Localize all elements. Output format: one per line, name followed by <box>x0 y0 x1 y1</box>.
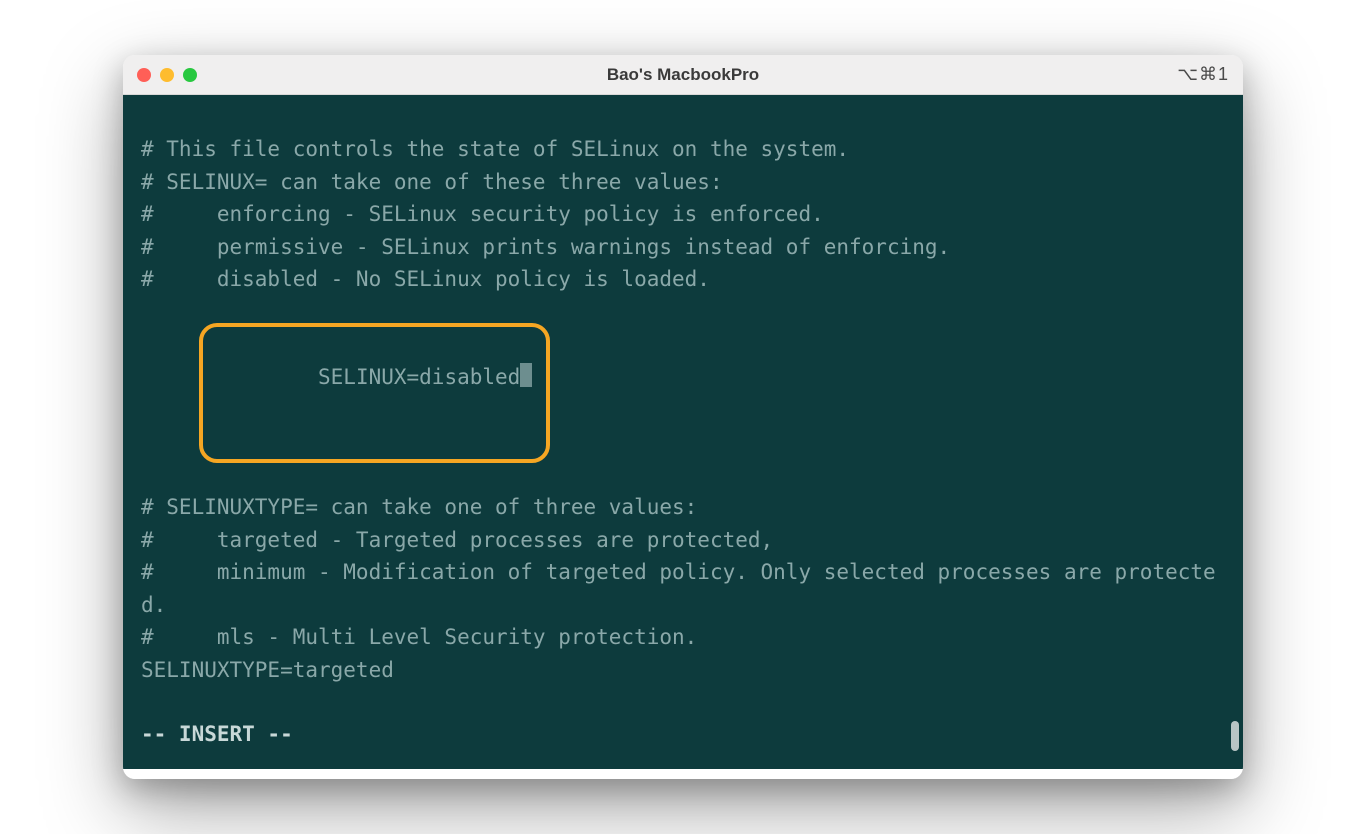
file-line: # SELINUX= can take one of these three v… <box>141 166 1225 199</box>
file-line: # enforcing - SELinux security policy is… <box>141 198 1225 231</box>
window-shortcut: ⌥⌘1 <box>1177 64 1229 85</box>
terminal-window: Bao's MacbookPro ⌥⌘1 # This file control… <box>123 55 1243 779</box>
file-line: # SELINUXTYPE= can take one of three val… <box>141 491 1225 524</box>
fullscreen-button[interactable] <box>183 68 197 82</box>
file-line: # disabled - No SELinux policy is loaded… <box>141 263 1225 296</box>
highlighted-config-line: SELINUX=disabled <box>141 296 1225 491</box>
file-line: # This file controls the state of SELinu… <box>141 133 1225 166</box>
titlebar: Bao's MacbookPro ⌥⌘1 <box>123 55 1243 95</box>
file-line: # mls - Multi Level Security protection. <box>141 621 1225 654</box>
close-button[interactable] <box>137 68 151 82</box>
minimize-button[interactable] <box>160 68 174 82</box>
highlight-annotation <box>199 323 550 462</box>
scrollbar-thumb[interactable] <box>1231 721 1239 751</box>
cursor-icon <box>520 363 532 387</box>
file-line: # minimum - Modification of targeted pol… <box>141 556 1225 621</box>
traffic-lights <box>137 68 197 82</box>
file-line: # targeted - Targeted processes are prot… <box>141 524 1225 557</box>
window-bottom-edge <box>123 769 1243 779</box>
window-title: Bao's MacbookPro <box>123 65 1243 85</box>
terminal-body[interactable]: # This file controls the state of SELinu… <box>123 95 1243 769</box>
vim-mode-indicator: -- INSERT -- <box>141 718 1225 751</box>
selinux-setting: SELINUX=disabled <box>318 365 520 389</box>
file-line: SELINUXTYPE=targeted <box>141 654 1225 687</box>
file-line: # permissive - SELinux prints warnings i… <box>141 231 1225 264</box>
